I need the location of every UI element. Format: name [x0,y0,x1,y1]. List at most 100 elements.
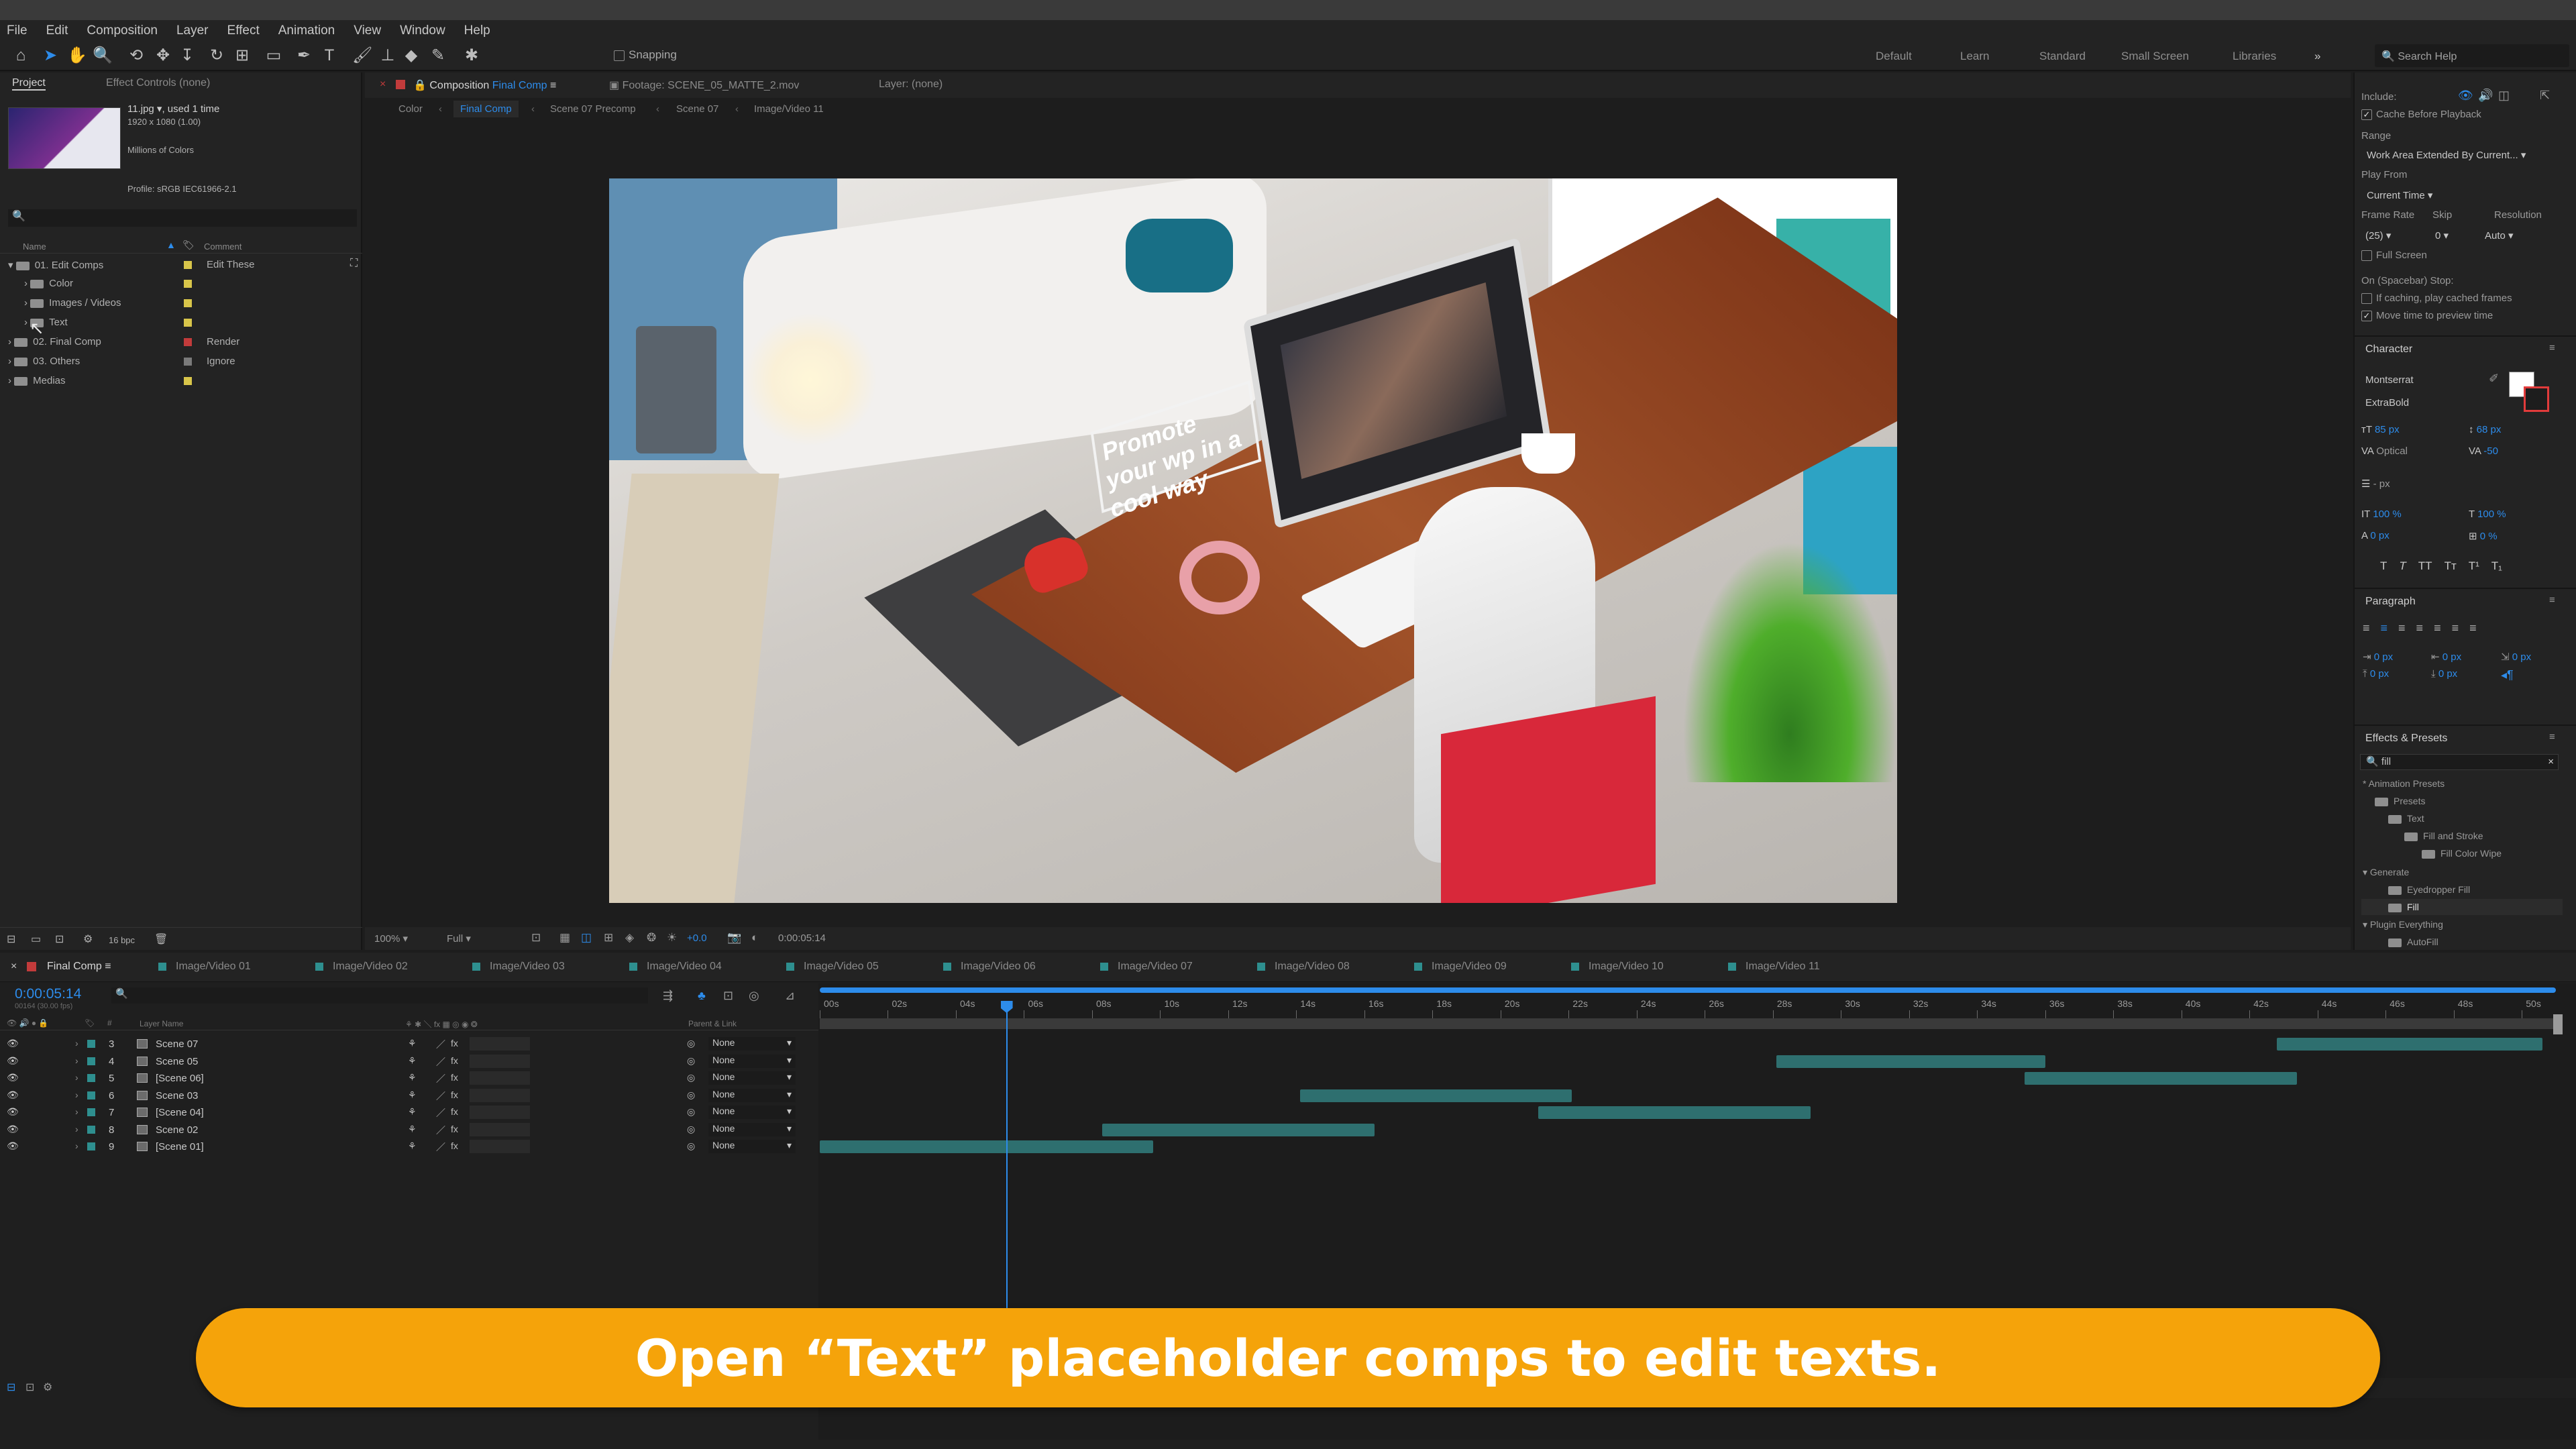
timeline-layer-row[interactable]: 👁 › 5 [Scene 06] ⚘ ／ fx ◎ None ▾ [0,1070,818,1087]
baseline-shift-field[interactable]: A 0 px [2361,530,2390,541]
layer-duration-bar[interactable] [1102,1123,1375,1136]
eraser-tool-icon[interactable]: ◆ [402,47,420,64]
first-line-indent-field[interactable]: ⇲ 0 px [2501,651,2531,663]
anchor-tool-icon[interactable]: ⊞ [233,47,251,64]
layer-switch-boxes[interactable] [470,1106,530,1119]
include-video-icon[interactable]: 👁 [2458,89,2473,103]
layer-duration-bar[interactable] [2276,1038,2542,1051]
resolution-dropdown[interactable]: Full ▾ [447,932,471,945]
menu-help[interactable]: Help [464,23,490,38]
quality-switch-icon[interactable]: ／ [436,1089,445,1103]
tab-project[interactable]: Project [12,77,46,91]
layer-switch-boxes[interactable] [470,1140,530,1153]
parent-dropdown[interactable]: None ▾ [708,1140,796,1153]
menu-edit[interactable]: Edit [46,23,68,38]
fx-switch-icon[interactable]: fx [451,1055,458,1066]
new-folder-icon[interactable]: ▭ [31,932,41,946]
menu-composition[interactable]: Composition [87,23,158,38]
project-settings-icon[interactable]: ⚙ [83,932,93,946]
vertical-scale-field[interactable]: IT 100 % [2361,508,2402,520]
layer-label-swatch[interactable] [87,1125,95,1134]
parent-dropdown[interactable]: None ▾ [708,1088,796,1102]
parent-dropdown[interactable]: None ▾ [708,1054,796,1068]
shy-switch-icon[interactable]: ⚘ [408,1038,417,1049]
effects-tree-fill-color-wipe[interactable]: Fill Color Wipe [2422,848,2502,859]
work-area-end-handle[interactable] [2553,1014,2563,1034]
layer-duration-bar[interactable] [2025,1072,2298,1085]
label-swatch[interactable] [184,299,192,307]
dolly-tool-icon[interactable]: ↧ [178,47,196,64]
expand-arrow-icon[interactable]: › [75,1140,78,1151]
fx-switch-icon[interactable]: fx [451,1072,458,1083]
expand-arrow-icon[interactable]: › [75,1106,78,1117]
expand-arrow-icon[interactable]: › [75,1072,78,1083]
space-after-field[interactable]: ⤓ 0 px [2431,668,2457,680]
guides-icon[interactable]: ⊞ [604,931,613,945]
draft-3d-icon[interactable]: ♣ [698,989,706,1003]
orbit-tool-icon[interactable]: ⟲ [127,47,145,64]
parent-dropdown[interactable]: None ▾ [708,1071,796,1085]
fx-switch-icon[interactable]: fx [451,1124,458,1134]
clone-stamp-tool-icon[interactable]: ⊥ [379,47,396,64]
align-right-icon[interactable]: ≡ [2398,621,2406,635]
timeline-tab-image-video-6[interactable]: Image/Video 06 [943,961,1036,973]
layer-name[interactable]: [Scene 01] [156,1141,204,1152]
fx-switch-icon[interactable]: fx [451,1140,458,1151]
justify-all-icon[interactable]: ≡ [2469,621,2477,635]
all-caps-button[interactable]: TT [2418,559,2432,573]
type-tool-icon[interactable]: T [321,47,338,64]
viewer-timecode[interactable]: 0:00:05:14 [778,932,826,944]
align-center-icon[interactable]: ≡ [2381,621,2388,635]
channels-icon[interactable]: ◈ [625,931,634,945]
include-audio-icon[interactable]: 🔊 [2478,89,2493,103]
work-area-bar[interactable] [820,987,2556,993]
kerning-field[interactable]: VA Optical [2361,445,2408,457]
visibility-eye-icon[interactable]: 👁 [7,1055,19,1067]
workspace-learn[interactable]: Learn [1960,50,1989,63]
timeline-tab-image-video-11[interactable]: Image/Video 11 [1728,961,1820,973]
parent-dropdown[interactable]: None ▾ [708,1037,796,1051]
tracking-field[interactable]: VA -50 [2469,445,2498,457]
visibility-eye-icon[interactable]: 👁 [7,1089,19,1101]
panel-menu-icon[interactable]: ≡ [2549,594,2555,606]
panel-menu-icon[interactable]: ≡ [2549,342,2555,354]
tsume-field[interactable]: ⊞ 0 % [2469,530,2498,542]
pan-tool-icon[interactable]: ✥ [154,47,172,64]
layer-duration-bar[interactable] [1776,1055,2045,1068]
menu-effect[interactable]: Effect [227,23,260,38]
visibility-eye-icon[interactable]: 👁 [7,1106,19,1118]
effects-tree-presets[interactable]: Presets [2375,796,2425,806]
layer-switches-toggle-icon[interactable]: ⊟ [7,1381,15,1394]
quality-switch-icon[interactable]: ／ [436,1140,445,1154]
layer-switch-boxes[interactable] [470,1037,530,1051]
parent-pick-whip-icon[interactable]: ◎ [687,1072,695,1083]
exposure-icon[interactable]: ☀ [667,931,677,945]
horizontal-scale-field[interactable]: T 100 % [2469,508,2506,520]
effects-tree-plugin-everything[interactable]: ▾ Plugin Everything [2363,919,2443,930]
interpret-footage-icon[interactable]: ⊟ [7,932,15,946]
skip-dropdown[interactable]: 0 ▾ [2435,229,2449,241]
effects-tree-eyedropper-fill[interactable]: Eyedropper Fill [2388,884,2470,895]
label-swatch[interactable] [184,377,192,385]
workspace-overflow-icon[interactable]: » [2314,50,2320,63]
region-of-interest-icon[interactable]: ⊡ [531,931,541,945]
column-name[interactable]: Name [23,241,46,252]
expand-arrow-icon[interactable]: › [75,1089,78,1100]
justify-last-right-icon[interactable]: ≡ [2452,621,2459,635]
transfer-controls-toggle-icon[interactable]: ⊡ [25,1381,34,1394]
quality-switch-icon[interactable]: ／ [436,1124,445,1137]
fx-switch-icon[interactable]: fx [451,1089,458,1100]
font-size-field[interactable]: тT 85 px [2361,424,2400,435]
breadcrumb-scene-07-precomp[interactable]: Scene 07 Precomp [550,103,636,115]
small-caps-button[interactable]: Tт [2445,559,2457,573]
layer-name[interactable]: Scene 03 [156,1090,198,1102]
tab-effect-controls[interactable]: Effect Controls (none) [106,77,210,89]
quality-switch-icon[interactable]: ／ [436,1106,445,1120]
range-dropdown[interactable]: Work Area Extended By Current... ▾ [2367,149,2526,161]
project-item-final-comp[interactable]: › 02. Final Comp [8,336,101,347]
layer-duration-bar[interactable] [1299,1089,1572,1102]
quality-switch-icon[interactable]: ／ [436,1055,445,1069]
visibility-eye-icon[interactable]: 👁 [7,1140,19,1152]
external-preview-icon[interactable]: ⇱ [2540,89,2550,103]
effects-tree-autofill[interactable]: AutoFill [2388,936,2438,947]
